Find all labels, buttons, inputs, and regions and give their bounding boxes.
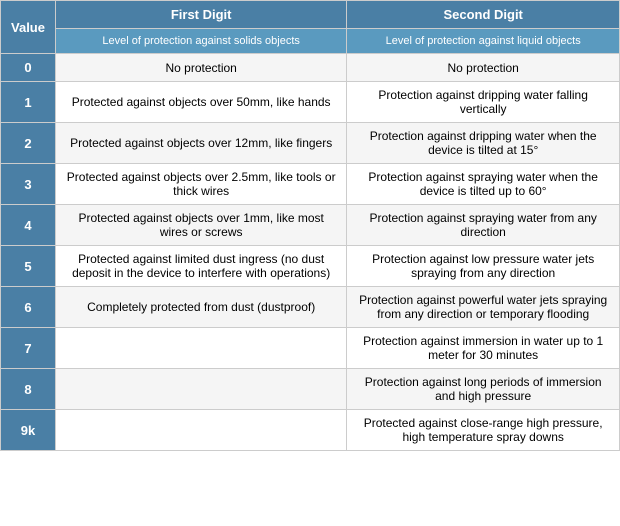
solid-protection: Protected against objects over 12mm, lik… (56, 123, 347, 164)
table-row: 3Protected against objects over 2.5mm, l… (1, 164, 620, 205)
table-row: 2Protected against objects over 12mm, li… (1, 123, 620, 164)
row-value: 1 (1, 82, 56, 123)
row-value: 3 (1, 164, 56, 205)
liquid-protection: Protection against immersion in water up… (347, 328, 620, 369)
table-row: 5Protected against limited dust ingress … (1, 246, 620, 287)
row-value: 9k (1, 410, 56, 451)
value-header: Value (1, 1, 56, 54)
header-top-row: Value First Digit Second Digit (1, 1, 620, 29)
liquid-protection: Protection against spraying water from a… (347, 205, 620, 246)
solid-protection: No protection (56, 54, 347, 82)
solid-protection (56, 369, 347, 410)
row-value: 6 (1, 287, 56, 328)
solid-protection (56, 328, 347, 369)
liquid-protection: Protection against dripping water fallin… (347, 82, 620, 123)
table-row: 9k Protected against close-range high pre… (1, 410, 620, 451)
solid-sub-header: Level of protection against solids objec… (56, 29, 347, 54)
solid-protection: Completely protected from dust (dustproo… (56, 287, 347, 328)
liquid-protection: Protection against powerful water jets s… (347, 287, 620, 328)
row-value: 0 (1, 54, 56, 82)
row-value: 2 (1, 123, 56, 164)
liquid-protection: Protection against long periods of immer… (347, 369, 620, 410)
solid-protection: Protected against objects over 2.5mm, li… (56, 164, 347, 205)
ip-rating-table: Value First Digit Second Digit Level of … (0, 0, 620, 451)
liquid-protection: Protection against spraying water when t… (347, 164, 620, 205)
liquid-protection: No protection (347, 54, 620, 82)
row-value: 8 (1, 369, 56, 410)
liquid-protection: Protected against close-range high press… (347, 410, 620, 451)
row-value: 4 (1, 205, 56, 246)
liquid-protection: Protection against low pressure water je… (347, 246, 620, 287)
row-value: 7 (1, 328, 56, 369)
liquid-sub-header: Level of protection against liquid objec… (347, 29, 620, 54)
row-value: 5 (1, 246, 56, 287)
solid-protection (56, 410, 347, 451)
table-row: 4Protected against objects over 1mm, lik… (1, 205, 620, 246)
solid-protection: Protected against objects over 1mm, like… (56, 205, 347, 246)
header-sub-row: Level of protection against solids objec… (1, 29, 620, 54)
table-row: 6Completely protected from dust (dustpro… (1, 287, 620, 328)
solid-protection: Protected against limited dust ingress (… (56, 246, 347, 287)
table-row: 7 Protection against immersion in water u… (1, 328, 620, 369)
table-row: 8 Protection against long periods of imme… (1, 369, 620, 410)
second-digit-header: Second Digit (347, 1, 620, 29)
liquid-protection: Protection against dripping water when t… (347, 123, 620, 164)
table-row: 0No protectionNo protection (1, 54, 620, 82)
table-row: 1Protected against objects over 50mm, li… (1, 82, 620, 123)
first-digit-header: First Digit (56, 1, 347, 29)
solid-protection: Protected against objects over 50mm, lik… (56, 82, 347, 123)
